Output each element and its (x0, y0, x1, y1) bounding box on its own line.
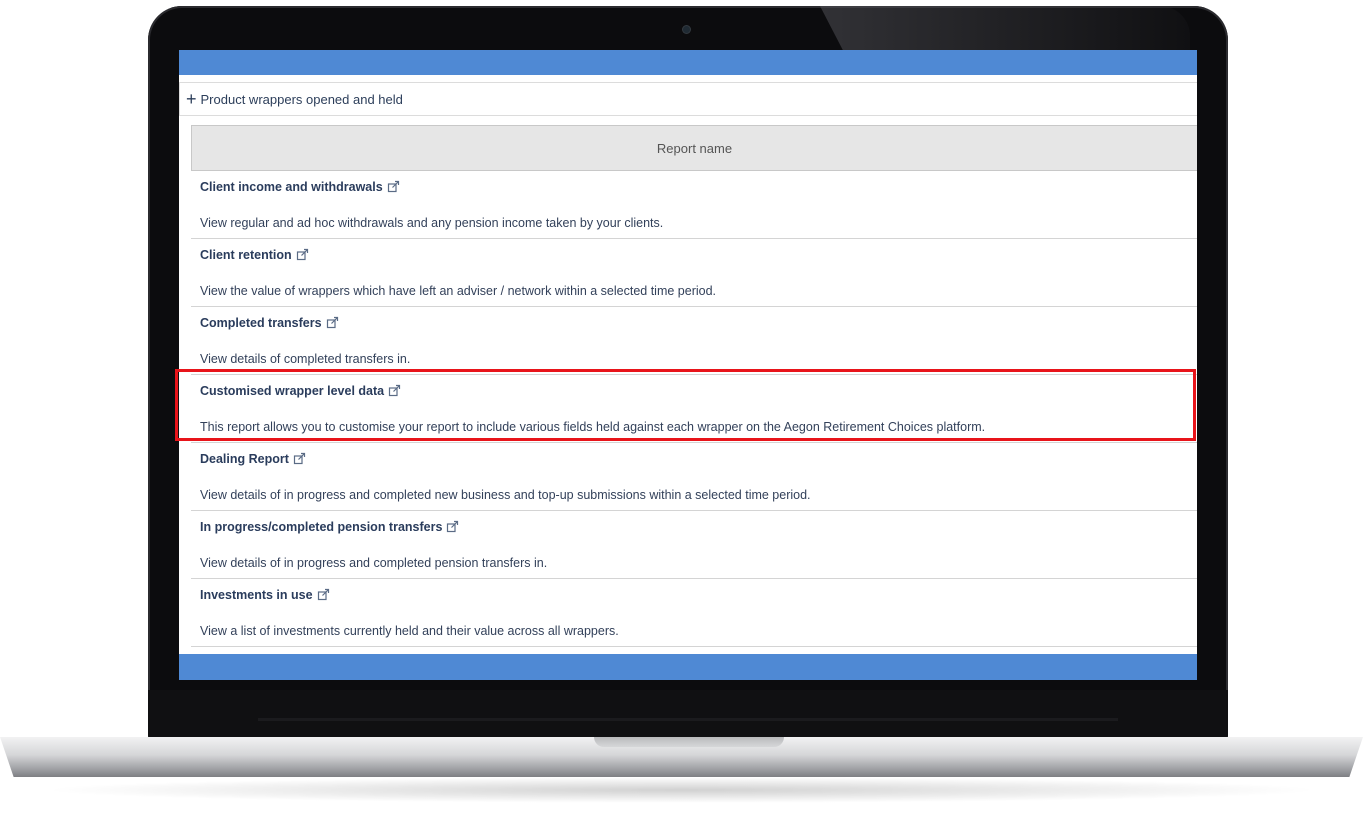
report-description: View a list of investments currently hel… (200, 624, 619, 638)
table-row: In progress/completed pension transfers V… (191, 511, 1197, 579)
laptop-opening-notch (594, 737, 784, 747)
external-link-icon[interactable] (317, 588, 330, 604)
report-title: In progress/completed pension transfers (200, 520, 443, 534)
report-title: Completed transfers (200, 316, 322, 330)
report-link[interactable]: Completed transfers (200, 316, 339, 332)
report-link[interactable]: Client income and withdrawals (200, 180, 400, 196)
report-title: Client retention (200, 248, 292, 262)
screen-glare (820, 6, 1190, 56)
external-link-icon[interactable] (388, 384, 401, 400)
report-description: View details of completed transfers in. (200, 352, 411, 366)
report-title: Client income and withdrawals (200, 180, 383, 194)
report-description: View the value of wrappers which have le… (200, 284, 717, 298)
report-link[interactable]: Investments in use (200, 588, 330, 604)
table-row: Dealing Report View details of in progres… (191, 443, 1197, 511)
report-link[interactable]: Client retention (200, 248, 309, 264)
webcam (683, 26, 690, 33)
external-link-icon[interactable] (387, 180, 400, 196)
laptop-hinge (258, 718, 1118, 721)
report-title: Investments in use (200, 588, 313, 602)
table-row: Client income and withdrawals View regula… (191, 171, 1197, 239)
external-link-icon[interactable] (296, 248, 309, 264)
table-row: Investments in use View a list of investm… (191, 579, 1197, 647)
bottom-accent-bar (179, 654, 1197, 680)
laptop-shadow (40, 777, 1323, 803)
column-header-report-name: Report name (191, 125, 1197, 171)
report-title: Dealing Report (200, 452, 289, 466)
report-description: View details of in progress and complete… (200, 488, 811, 502)
table-row: Completed transfers View details of compl… (191, 307, 1197, 375)
table-row: Client retention View the value of wrappe… (191, 239, 1197, 307)
laptop-bezel-bottom (148, 690, 1228, 741)
external-link-icon[interactable] (293, 452, 306, 468)
report-description: View details of in progress and complete… (200, 556, 548, 570)
external-link-icon[interactable] (326, 316, 339, 332)
report-description: This report allows you to customise your… (200, 420, 986, 434)
product-wrappers-expander[interactable]: + Product wrappers opened and held (179, 82, 1197, 116)
external-link-icon[interactable] (446, 520, 459, 536)
expander-label: Product wrappers opened and held (200, 91, 403, 107)
plus-icon[interactable]: + (186, 90, 197, 108)
table-body: Client income and withdrawals View regula… (191, 171, 1197, 647)
screen: + Product wrappers opened and held Repor… (179, 50, 1197, 680)
report-title: Customised wrapper level data (200, 384, 385, 398)
reports-table: Report name Client income and withdrawal… (191, 125, 1197, 647)
report-link[interactable]: Dealing Report (200, 452, 306, 468)
report-link[interactable]: In progress/completed pension transfers (200, 520, 459, 536)
table-row: Customised wrapper level data This report… (191, 375, 1197, 443)
top-accent-bar (179, 50, 1197, 75)
report-description: View regular and ad hoc withdrawals and … (200, 216, 664, 230)
report-link[interactable]: Customised wrapper level data (200, 384, 401, 400)
